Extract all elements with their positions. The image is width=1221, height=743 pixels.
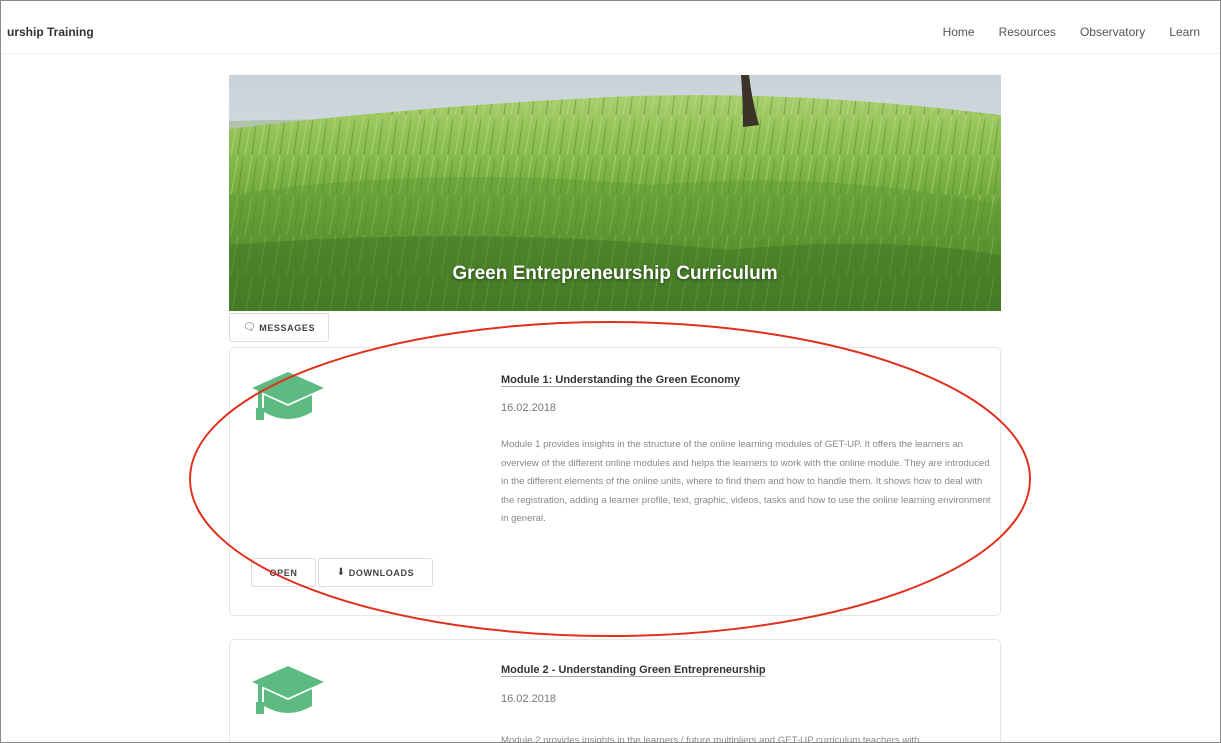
open-button[interactable]: OPEN — [251, 558, 316, 587]
downloads-button-label: DOWNLOADS — [348, 567, 415, 578]
module-description: Module 1 provides insights in the struct… — [501, 439, 991, 524]
nav-home[interactable]: Home — [943, 25, 975, 39]
main-nav: Home Resources Observatory Learn — [919, 25, 1200, 39]
site-brand[interactable]: urship Training — [7, 25, 94, 39]
open-button-label: OPEN — [269, 567, 298, 578]
module-date: 16.02.2018 — [501, 693, 557, 705]
messages-button[interactable]: 🗨 MESSAGES — [229, 313, 329, 342]
graduation-cap-icon — [252, 372, 324, 420]
module-title[interactable]: Module 1: Understanding the Green Econom… — [501, 374, 740, 386]
module-description: Module 2 provides insights in the learne… — [501, 735, 920, 743]
module-card: Module 1: Understanding the Green Econom… — [229, 347, 1001, 616]
messages-button-label: MESSAGES — [259, 322, 316, 333]
graduation-cap-icon — [252, 666, 324, 714]
hero-title: Green Entrepreneurship Curriculum — [452, 263, 778, 284]
downloads-button[interactable]: ⬇ DOWNLOADS — [318, 558, 433, 587]
module-date: 16.02.2018 — [501, 402, 557, 414]
browser-viewport: urship Training Home Resources Observato… — [0, 0, 1221, 743]
nav-observatory[interactable]: Observatory — [1080, 25, 1145, 39]
top-navbar: urship Training Home Resources Observato… — [1, 1, 1220, 54]
module-title[interactable]: Module 2 - Understanding Green Entrepren… — [501, 664, 766, 676]
nav-resources[interactable]: Resources — [999, 25, 1056, 39]
hero-banner: Green Entrepreneurship Curriculum — [229, 75, 1001, 311]
nav-learn[interactable]: Learn — [1169, 25, 1200, 39]
download-icon: ⬇ — [336, 567, 346, 578]
module-card: Module 2 - Understanding Green Entrepren… — [229, 639, 1001, 743]
chat-bubbles-icon: 🗨 — [242, 322, 257, 333]
